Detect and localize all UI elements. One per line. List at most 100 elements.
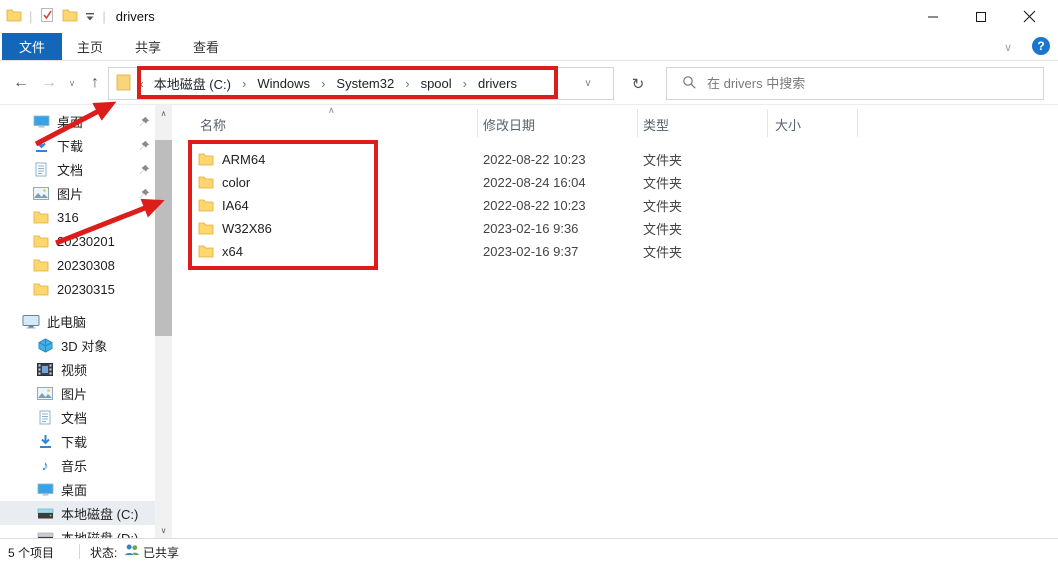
refresh-icon[interactable]: ↻ — [622, 67, 654, 100]
quick-access-toolbar-dropdown-icon[interactable] — [85, 9, 95, 24]
tab-file-label: 文件 — [18, 40, 45, 55]
breadcrumb-segment-windows[interactable]: Windows — [257, 76, 310, 91]
breadcrumb-separator-icon: › — [462, 76, 467, 91]
search-input[interactable] — [707, 76, 1043, 91]
file-name: color — [222, 175, 251, 190]
file-row-color[interactable]: color 2022-08-24 16:04 文件夹 — [0, 171, 880, 194]
address-folder-icon — [116, 74, 131, 94]
window-title: drivers — [115, 9, 155, 24]
sidebar-item-desktop-pc[interactable]: 桌面 — [0, 477, 155, 501]
breadcrumb-segment-drivers[interactable]: drivers — [478, 76, 517, 91]
tab-share[interactable]: 共享 — [120, 33, 176, 60]
sidebar-item-desktop-qa[interactable]: 桌面 — [0, 109, 155, 133]
document-icon — [36, 410, 54, 425]
minimize-button[interactable] — [910, 0, 956, 33]
file-row-arm64[interactable]: ARM64 2022-08-22 10:23 文件夹 — [0, 148, 880, 171]
sidebar-item-label: 文档 — [61, 410, 88, 426]
column-header-size[interactable]: 大小 — [775, 115, 801, 134]
folder-icon — [198, 175, 214, 192]
navigation-toolbar: ← → ∨ ↑ « 本地磁盘 (C:) › Windows › System32… — [0, 61, 1058, 105]
column-divider[interactable] — [637, 109, 638, 137]
tab-view[interactable]: 查看 — [178, 33, 234, 60]
sort-ascending-icon: ∧ — [328, 105, 335, 115]
file-type: 文件夹 — [643, 176, 683, 191]
status-label: 状态: — [90, 546, 118, 560]
column-divider[interactable] — [477, 109, 478, 137]
file-name: W32X86 — [222, 221, 272, 236]
ribbon-collapse-chevron-icon[interactable]: ∨ — [998, 37, 1018, 57]
sidebar-item-3d-objects[interactable]: 3D 对象 — [0, 333, 155, 357]
3d-objects-icon — [36, 337, 54, 353]
breadcrumb-separator-icon: › — [241, 76, 247, 91]
folder-icon — [198, 221, 214, 238]
properties-check-icon[interactable] — [39, 7, 55, 26]
file-name: x64 — [222, 244, 243, 259]
column-header-name[interactable]: 名称 — [200, 115, 226, 134]
maximize-button[interactable] — [958, 0, 1004, 33]
sidebar-item-music[interactable]: ♪ 音乐 — [0, 453, 155, 477]
breadcrumb-segment-system32[interactable]: System32 — [336, 76, 394, 91]
sidebar-item-label: 此电脑 — [47, 314, 87, 330]
pictures-icon — [36, 386, 54, 400]
sidebar-item-local-disk-c[interactable]: 本地磁盘 (C:) — [0, 501, 155, 525]
column-header-type[interactable]: 类型 — [643, 115, 669, 134]
new-folder-icon[interactable] — [62, 8, 78, 25]
file-row-x64[interactable]: x64 2023-02-16 9:37 文件夹 — [0, 240, 880, 263]
recent-locations-chevron-icon[interactable]: ∨ — [64, 69, 80, 97]
sidebar-item-label: 音乐 — [61, 458, 88, 474]
sidebar-item-label: 桌面 — [57, 114, 84, 130]
main-area: 桌面 下载 文档 图片 316 20230201 20230308 202303… — [0, 105, 1058, 538]
column-divider[interactable] — [857, 109, 858, 137]
breadcrumb: 本地磁盘 (C:) › Windows › System32 › spool ›… — [154, 74, 517, 93]
sidebar-item-this-pc[interactable]: 此电脑 — [0, 309, 155, 333]
breadcrumb-segment-spool[interactable]: spool — [421, 76, 452, 91]
shared-people-icon — [124, 543, 140, 560]
file-date: 2022-08-24 16:04 — [483, 175, 586, 190]
scroll-up-icon[interactable]: ∧ — [155, 105, 172, 121]
tab-home[interactable]: 主页 — [62, 33, 118, 60]
search-box — [666, 67, 1044, 100]
folder-icon — [198, 198, 214, 215]
scroll-down-icon[interactable]: ∨ — [155, 522, 172, 538]
sidebar-item-label: 下载 — [61, 434, 88, 450]
breadcrumb-separator-icon: › — [405, 76, 410, 91]
file-type: 文件夹 — [643, 245, 683, 260]
sidebar-item-documents-pc[interactable]: 文档 — [0, 405, 155, 429]
back-icon[interactable]: ← — [8, 69, 34, 97]
file-type: 文件夹 — [643, 153, 683, 168]
address-dropdown-icon[interactable]: ∨ — [577, 68, 599, 99]
address-bar[interactable]: « 本地磁盘 (C:) › Windows › System32 › spool… — [108, 67, 614, 100]
up-icon[interactable]: ↑ — [82, 69, 108, 97]
item-count: 5 个项目 — [8, 546, 55, 560]
breadcrumb-overflow-icon[interactable]: « — [137, 77, 144, 91]
breadcrumb-segment-drive[interactable]: 本地磁盘 (C:) — [154, 74, 231, 93]
title-bar: | | drivers — [0, 0, 1058, 33]
close-button[interactable] — [1006, 0, 1052, 33]
file-date: 2023-02-16 9:37 — [483, 244, 579, 259]
forward-icon[interactable]: → — [36, 69, 62, 97]
column-divider[interactable] — [767, 109, 768, 137]
sidebar-item-local-disk-d[interactable]: 本地磁盘 (D:) — [0, 525, 155, 538]
sidebar-item-videos[interactable]: 视频 — [0, 357, 155, 381]
sidebar-item-downloads-pc[interactable]: 下载 — [0, 429, 155, 453]
tab-file[interactable]: 文件 — [2, 33, 62, 60]
help-icon[interactable]: ? — [1032, 37, 1050, 55]
explorer-window: | | drivers 文件 主页 共享 查看 ∨ ? ← → ∨ ↑ « 本地… — [0, 0, 1058, 563]
drive-icon — [36, 508, 54, 519]
column-header-date-modified[interactable]: 修改日期 — [483, 115, 535, 134]
statusbar-divider — [79, 544, 80, 559]
file-row-w32x86[interactable]: W32X86 2023-02-16 9:36 文件夹 — [0, 217, 880, 240]
sidebar-item-folder-20230315[interactable]: 20230315 — [0, 277, 155, 301]
titlebar-separator: | — [102, 9, 106, 24]
file-name: ARM64 — [222, 152, 266, 167]
folder-icon — [32, 282, 50, 296]
breadcrumb-separator-icon: › — [321, 76, 326, 91]
file-date: 2023-02-16 9:36 — [483, 221, 579, 236]
file-row-ia64[interactable]: IA64 2022-08-22 10:23 文件夹 — [0, 194, 880, 217]
sidebar-item-label: 本地磁盘 (C:) — [61, 506, 139, 522]
sidebar-item-label: 视频 — [61, 362, 88, 378]
sidebar-item-pictures-pc[interactable]: 图片 — [0, 381, 155, 405]
ribbon-tab-bar: 文件 主页 共享 查看 ∨ ? — [0, 33, 1058, 61]
download-icon — [36, 434, 54, 449]
pin-icon — [139, 115, 150, 130]
